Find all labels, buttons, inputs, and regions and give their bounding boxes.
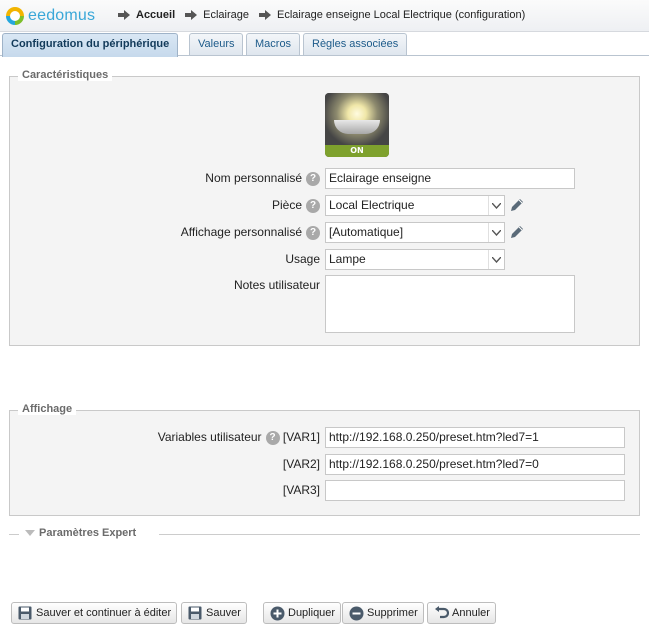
section-legend: Affichage <box>18 403 77 415</box>
button-label: Annuler <box>452 607 490 619</box>
vars-label: Variables utilisateur? [VAR1] <box>100 430 320 445</box>
name-label-text: Nom personnalisé <box>205 171 302 185</box>
on-badge: ON <box>325 145 389 157</box>
arrow-right-icon <box>259 10 271 20</box>
minus-circle-icon <box>348 605 364 621</box>
name-field[interactable]: Eclairage enseigne <box>325 168 575 189</box>
edit-pencil-icon[interactable] <box>509 197 525 213</box>
display-label: Affichage personnalisé? <box>150 225 320 240</box>
breadcrumb-home[interactable]: Accueil <box>118 9 175 21</box>
divider <box>159 534 640 535</box>
button-label: Supprimer <box>367 607 418 619</box>
floppy-disk-icon <box>187 605 203 621</box>
plus-circle-icon <box>269 605 285 621</box>
logo-text: eedomus <box>28 7 96 24</box>
help-icon[interactable]: ? <box>306 198 320 213</box>
tab-macros[interactable]: Macros <box>246 33 301 55</box>
notes-textarea[interactable] <box>325 275 575 333</box>
notes-label-text: Notes utilisateur <box>233 278 320 292</box>
help-icon[interactable]: ? <box>306 171 320 186</box>
arrow-right-icon <box>118 10 130 20</box>
var2-tag: [VAR2] <box>282 457 320 471</box>
var3-tag: [VAR3] <box>282 483 320 497</box>
vars-label-text: Variables utilisateur <box>157 430 262 444</box>
help-icon[interactable]: ? <box>306 225 320 240</box>
var1-tag: [VAR1] <box>282 430 320 444</box>
display-select[interactable]: [Automatique] <box>325 222 505 243</box>
breadcrumb-label: Eclairage enseigne Local Electrique (con… <box>277 9 526 21</box>
chevron-down-icon <box>488 196 504 215</box>
usage-label: Usage <box>150 252 320 266</box>
display-select-value: [Automatique] <box>329 225 404 239</box>
cancel-button[interactable]: Annuler <box>427 602 496 624</box>
lamp-on-icon[interactable]: ON <box>325 93 389 157</box>
button-label: Sauver et continuer à éditer <box>36 607 172 619</box>
expert-toggle[interactable]: Paramètres Expert <box>9 527 640 541</box>
notes-label: Notes utilisateur <box>150 278 320 292</box>
floppy-disk-icon <box>17 605 33 621</box>
breadcrumb-current: Eclairage enseigne Local Electrique (con… <box>259 9 525 21</box>
save-button[interactable]: Sauver <box>181 602 247 624</box>
usage-select[interactable]: Lampe <box>325 249 505 270</box>
logo-ring-icon <box>6 7 24 25</box>
var2-field[interactable]: http://192.168.0.250/preset.htm?led7=0 <box>325 454 625 475</box>
display-label-text: Affichage personnalisé <box>180 225 302 239</box>
undo-arrow-icon <box>433 605 449 621</box>
duplicate-button[interactable]: Dupliquer <box>263 602 342 624</box>
room-select-value: Local Electrique <box>329 198 415 212</box>
breadcrumb-label: Accueil <box>136 9 176 21</box>
section-legend: Caractéristiques <box>18 69 113 81</box>
tab-bar: Configuration du périphérique Valeurs Ma… <box>0 33 649 57</box>
tab-valeurs[interactable]: Valeurs <box>189 33 244 55</box>
bulb-glow <box>325 93 389 145</box>
var1-field[interactable]: http://192.168.0.250/preset.htm?led7=1 <box>325 427 625 448</box>
room-label: Pièce? <box>150 198 320 213</box>
button-label: Dupliquer <box>288 607 336 619</box>
top-bar: eedomus Accueil Eclairage Eclairage ense… <box>0 0 649 32</box>
button-label: Sauver <box>206 607 241 619</box>
chevron-down-icon <box>488 223 504 242</box>
expert-label: Paramètres Expert <box>39 527 137 539</box>
breadcrumb-label: Eclairage <box>203 9 249 21</box>
name-label: Nom personnalisé? <box>150 171 320 186</box>
help-icon[interactable]: ? <box>265 430 280 445</box>
tab-regles[interactable]: Règles associées <box>303 33 408 55</box>
save-continue-button[interactable]: Sauver et continuer à éditer <box>11 602 178 624</box>
breadcrumb-category[interactable]: Eclairage <box>185 9 249 21</box>
var3-field[interactable] <box>325 480 625 501</box>
usage-label-text: Usage <box>285 252 320 266</box>
chevron-down-icon <box>488 250 504 269</box>
divider <box>9 534 19 535</box>
room-label-text: Pièce <box>271 198 302 212</box>
delete-button[interactable]: Supprimer <box>342 602 424 624</box>
lamp-shade <box>334 120 380 134</box>
tab-configuration[interactable]: Configuration du périphérique <box>2 33 179 57</box>
eedomus-logo[interactable]: eedomus <box>6 6 95 26</box>
triangle-down-icon <box>25 530 35 536</box>
room-select[interactable]: Local Electrique <box>325 195 505 216</box>
edit-pencil-icon[interactable] <box>509 224 525 240</box>
usage-select-value: Lampe <box>329 252 366 266</box>
breadcrumb: Accueil Eclairage Eclairage enseigne Loc… <box>118 9 535 21</box>
arrow-right-icon <box>185 10 198 20</box>
